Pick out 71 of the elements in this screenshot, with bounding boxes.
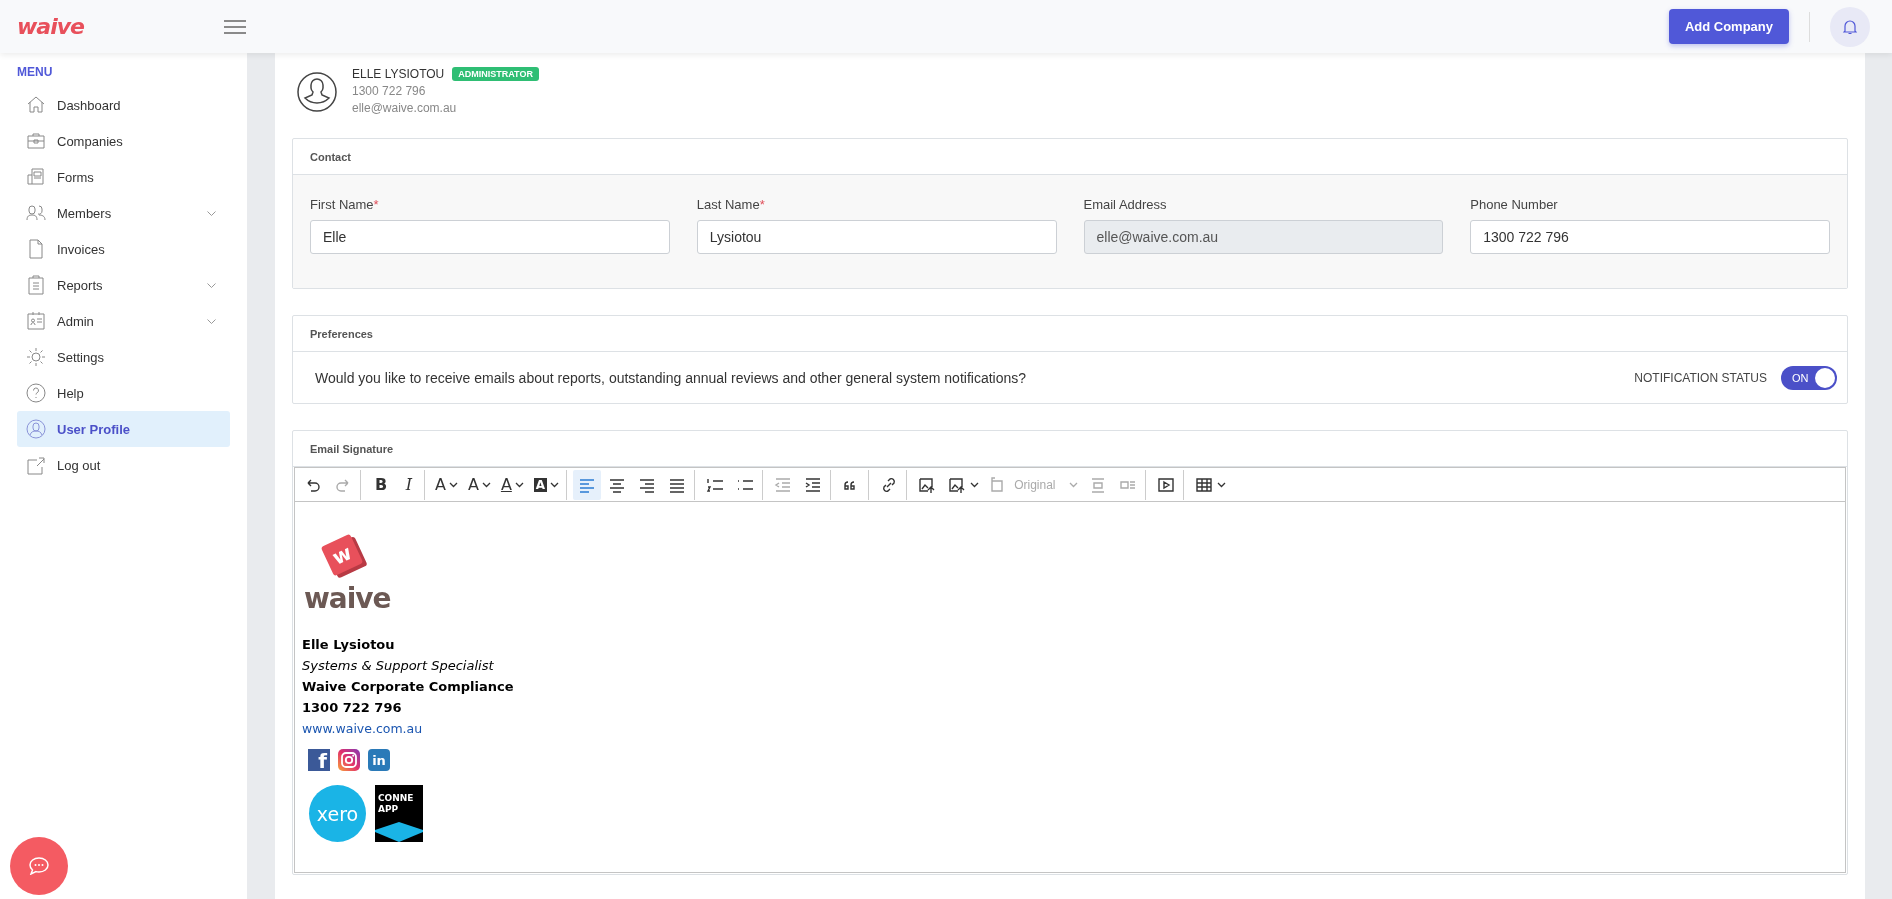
caret-icon xyxy=(514,481,524,488)
sidebar-item[interactable]: Reports xyxy=(17,267,230,303)
linkedin-icon[interactable]: in xyxy=(368,749,390,771)
idcard-icon xyxy=(25,310,47,332)
fontfamily-button[interactable]: A xyxy=(463,469,495,500)
add-company-button[interactable]: Add Company xyxy=(1668,9,1789,44)
help-icon xyxy=(25,382,47,404)
fontcolor-button[interactable]: A xyxy=(496,469,528,500)
chevron-down-icon xyxy=(207,282,216,288)
briefcase-icon xyxy=(25,130,47,152)
card-title: Preferences xyxy=(310,327,373,340)
menu-icon[interactable] xyxy=(224,19,246,34)
chevron-down-icon xyxy=(207,318,216,324)
signature-line: Elle Lysiotou xyxy=(302,636,396,654)
user-icon xyxy=(25,418,47,440)
field-label: Phone Number xyxy=(1470,197,1559,212)
logout-icon xyxy=(25,454,47,476)
sidebar-item[interactable]: Forms xyxy=(17,159,230,195)
caret-icon xyxy=(448,481,458,488)
sidebar-item[interactable]: Log out xyxy=(17,447,230,483)
input-field[interactable]: Elle xyxy=(310,220,670,254)
sidebar-item[interactable]: Dashboard xyxy=(17,87,230,123)
card-title: Email Signature xyxy=(310,442,394,455)
fontsize-button[interactable]: A xyxy=(431,469,462,500)
clipboard-icon xyxy=(25,274,47,296)
home-icon xyxy=(25,94,47,116)
sidebar-item[interactable]: Settings xyxy=(17,339,230,375)
bell-icon xyxy=(1843,18,1857,35)
notifications-button[interactable] xyxy=(1830,6,1870,47)
xero-badge: xero xyxy=(309,785,366,842)
avatar-icon xyxy=(297,72,337,112)
chat-icon xyxy=(29,857,49,875)
signature-line: 1300 722 796 xyxy=(302,699,403,717)
caret-icon xyxy=(550,481,560,488)
menu-heading: MENU xyxy=(17,65,54,79)
italic-button[interactable]: I xyxy=(397,469,425,500)
alignleft-button[interactable] xyxy=(573,469,602,500)
caret-icon xyxy=(970,481,980,488)
caret-icon xyxy=(481,481,491,488)
sidebar-item[interactable]: Companies xyxy=(17,123,230,159)
website-link[interactable]: www.waive.com.au xyxy=(302,718,1838,739)
forms-icon xyxy=(25,166,47,188)
notification-status-label: NOTIFICATION STATUS xyxy=(1634,370,1767,385)
notification-toggle[interactable]: ON xyxy=(1781,365,1837,390)
sidebar-item[interactable]: Members xyxy=(17,195,230,231)
sidebar-item[interactable]: Invoices xyxy=(17,231,230,267)
notification-question: Would you like to receive emails about reports, outstanding annual reviews and other general system notifications? xyxy=(315,369,1028,386)
connected-app-badge: CONNE APP xyxy=(375,785,423,842)
instagram-icon[interactable] xyxy=(338,749,360,771)
sidebar-item[interactable]: User Profile xyxy=(17,411,230,447)
user-phone: 1300 722 796 xyxy=(352,84,427,98)
role-badge: ADMINISTRATOR xyxy=(452,67,539,81)
field-label: Last Name* xyxy=(696,197,766,212)
signature-line: Systems & Support Specialist xyxy=(302,657,495,675)
caret-icon xyxy=(1216,481,1226,488)
signature-line: Waive Corporate Compliance xyxy=(302,678,515,696)
sidebar-item[interactable]: Help xyxy=(17,375,230,411)
highlight-button[interactable]: A xyxy=(529,469,568,500)
caret-icon xyxy=(1068,481,1078,488)
card-title: Contact xyxy=(310,150,351,163)
bold-button[interactable]: B xyxy=(367,469,395,500)
input-field[interactable]: 1300 722 796 xyxy=(1470,220,1830,254)
facebook-icon[interactable]: f xyxy=(308,749,330,771)
waive-logo-image: w waive xyxy=(302,532,402,618)
field-label: First Name* xyxy=(310,197,380,212)
input-field[interactable]: Lysiotou xyxy=(696,220,1057,254)
field-label: Email Address xyxy=(1083,197,1168,212)
sidebar-item[interactable]: Admin xyxy=(17,303,230,339)
user-email: elle@waive.com.au xyxy=(352,101,458,115)
user-name: ELLE LYSIOTOU xyxy=(352,67,445,81)
chevron-down-icon xyxy=(207,210,216,216)
